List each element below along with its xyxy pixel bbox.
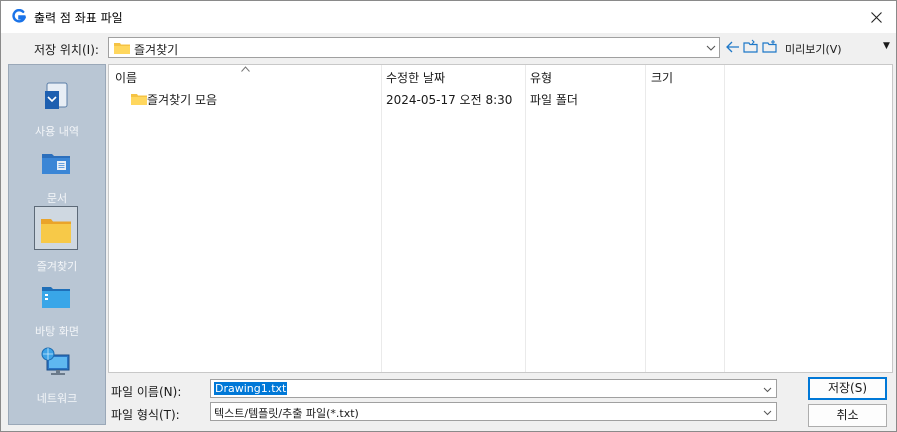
column-header-modified[interactable]: 수정한 날짜 [386, 69, 445, 86]
place-network[interactable]: 네트워크 [9, 345, 105, 417]
save-button[interactable]: 저장(S) [808, 377, 887, 400]
cancel-button[interactable]: 취소 [808, 404, 887, 427]
file-modified: 2024-05-17 오전 8:30 [386, 93, 513, 107]
place-label: 네트워크 [36, 392, 78, 405]
column-divider [381, 65, 382, 372]
filetype-label: 파일 형식(T): [111, 408, 180, 422]
file-type: 파일 폴더 [530, 93, 578, 107]
chevron-down-icon [706, 45, 716, 51]
place-label: 즐겨찾기 [36, 260, 78, 273]
save-location-label: 저장 위치(I): [34, 43, 99, 57]
file-name: 즐겨찾기 모음 [147, 93, 218, 107]
save-location-dropdown[interactable]: 즐겨찾기 [108, 37, 720, 58]
column-divider [724, 65, 725, 372]
favorites-folder-icon [41, 219, 71, 243]
preview-dropdown-arrow[interactable]: ▼ [883, 41, 890, 51]
filename-label: 파일 이름(N): [111, 385, 182, 399]
place-label: 바탕 화면 [35, 325, 79, 338]
folder-icon [131, 94, 147, 105]
file-row[interactable]: 즐겨찾기 모음 2024-05-17 오전 8:30 파일 폴더 [109, 89, 892, 107]
file-list[interactable]: 이름 수정한 날짜 유형 크기 즐겨찾기 모음 2024-05-17 오전 8:… [108, 64, 893, 373]
network-icon [41, 347, 70, 375]
sort-ascending-icon [241, 66, 250, 72]
column-header-size[interactable]: 크기 [651, 69, 673, 86]
column-divider [645, 65, 646, 372]
place-label: 사용 내역 [35, 125, 79, 138]
places-sidebar: 사용 내역 문서 즐겨찾기 바탕 화면 네트워크 [8, 64, 106, 425]
chevron-down-icon [763, 410, 772, 416]
save-location-value: 즐겨찾기 [134, 43, 179, 57]
preview-menu[interactable]: 미리보기(V) [785, 41, 842, 57]
column-header-name[interactable]: 이름 [115, 69, 137, 86]
app-logo-icon [12, 9, 26, 23]
column-divider [525, 65, 526, 372]
folder-icon [114, 43, 130, 54]
place-documents[interactable]: 문서 [9, 143, 105, 205]
parent-folder-icon[interactable] [743, 39, 759, 55]
window-title: 출력 점 좌표 파일 [34, 11, 123, 25]
chevron-down-icon[interactable] [763, 385, 772, 394]
filename-input[interactable]: Drawing1.txt [210, 379, 777, 398]
filetype-value: 텍스트/템플릿/추출 파일(*.txt) [214, 407, 359, 420]
place-favorites[interactable]: 즐겨찾기 [9, 208, 105, 273]
filetype-dropdown[interactable]: 텍스트/템플릿/추출 파일(*.txt) [210, 402, 777, 421]
close-icon [870, 11, 882, 23]
history-icon [45, 82, 68, 109]
new-folder-icon[interactable] [762, 39, 778, 55]
desktop-icon [42, 287, 70, 308]
place-desktop[interactable]: 바탕 화면 [9, 277, 105, 339]
close-button[interactable] [856, 1, 896, 33]
filename-value: Drawing1.txt [214, 382, 288, 395]
documents-icon [42, 154, 70, 174]
column-header-type[interactable]: 유형 [530, 69, 552, 86]
place-label: 문서 [46, 192, 68, 205]
title-bar: 출력 점 좌표 파일 [1, 1, 896, 33]
back-arrow-icon[interactable] [725, 39, 741, 55]
save-dialog: 출력 점 좌표 파일 저장 위치(I): 즐겨찾기 미리보기(V) ▼ 사용 내… [0, 0, 897, 432]
place-history[interactable]: 사용 내역 [9, 75, 105, 141]
